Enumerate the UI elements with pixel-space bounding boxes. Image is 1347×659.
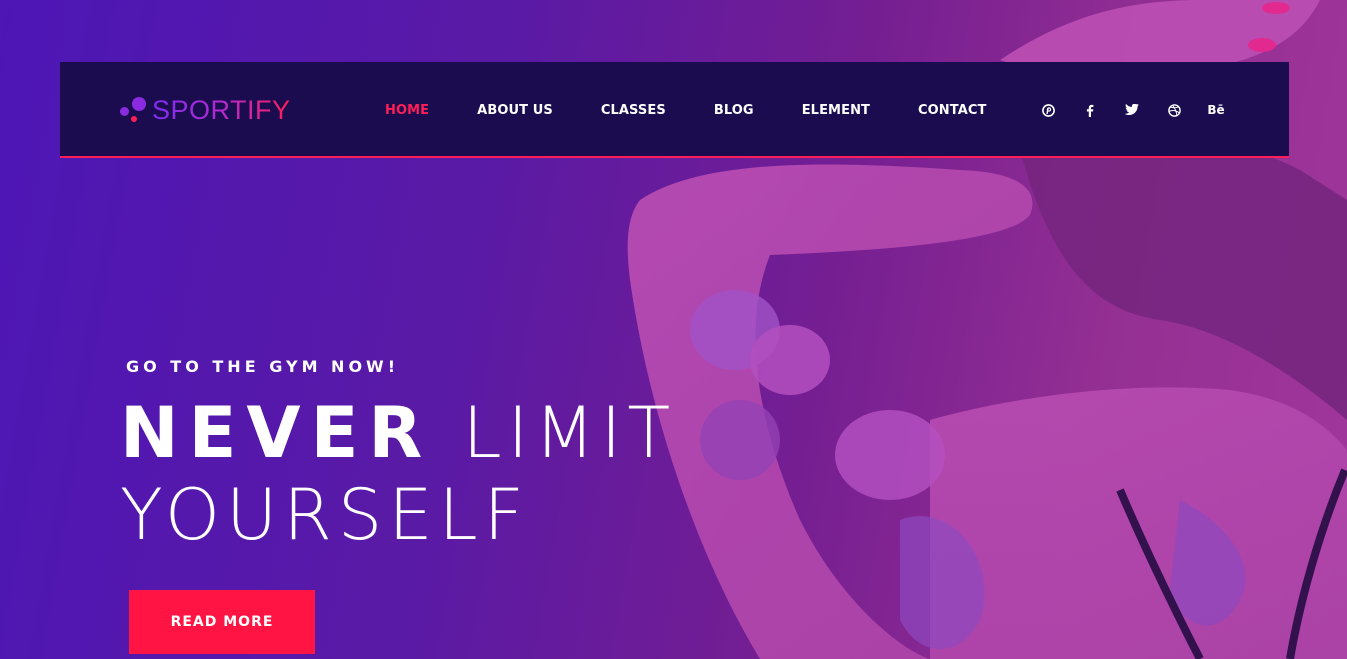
facebook-icon[interactable] [1082, 102, 1098, 118]
dribbble-icon[interactable] [1166, 102, 1182, 118]
hero-headline: NEVER LIMIT YOURSELF [120, 392, 676, 556]
logo-dots-icon [120, 93, 150, 127]
nav-item-classes[interactable]: CLASSES [601, 103, 666, 118]
brand-logo[interactable]: SPORTIFY [120, 92, 291, 128]
nav-item-home[interactable]: HOME [385, 103, 429, 118]
nav-item-element[interactable]: ELEMENT [802, 103, 870, 118]
headline-light-word: LIMIT [462, 392, 677, 474]
social-links: Bē [1040, 62, 1250, 158]
hero-kicker: GO TO THE GYM NOW! [126, 357, 399, 376]
headline-second-line: YOURSELF [120, 474, 530, 556]
nav-menu: HOME ABOUT US CLASSES BLOG ELEMENT CONTA… [385, 62, 1035, 158]
headline-bold-word: NEVER [120, 392, 433, 474]
brand-name: SPORTIFY [152, 94, 291, 125]
behance-icon[interactable]: Bē [1207, 102, 1224, 118]
twitter-icon[interactable] [1124, 102, 1140, 118]
pinterest-icon[interactable] [1040, 102, 1056, 118]
nav-item-contact[interactable]: CONTACT [918, 103, 987, 118]
read-more-button[interactable]: READ MORE [129, 590, 315, 654]
main-navbar: SPORTIFY HOME ABOUT US CLASSES BLOG ELEM… [60, 62, 1289, 158]
nav-item-blog[interactable]: BLOG [714, 103, 754, 118]
nav-item-about-us[interactable]: ABOUT US [477, 103, 553, 118]
